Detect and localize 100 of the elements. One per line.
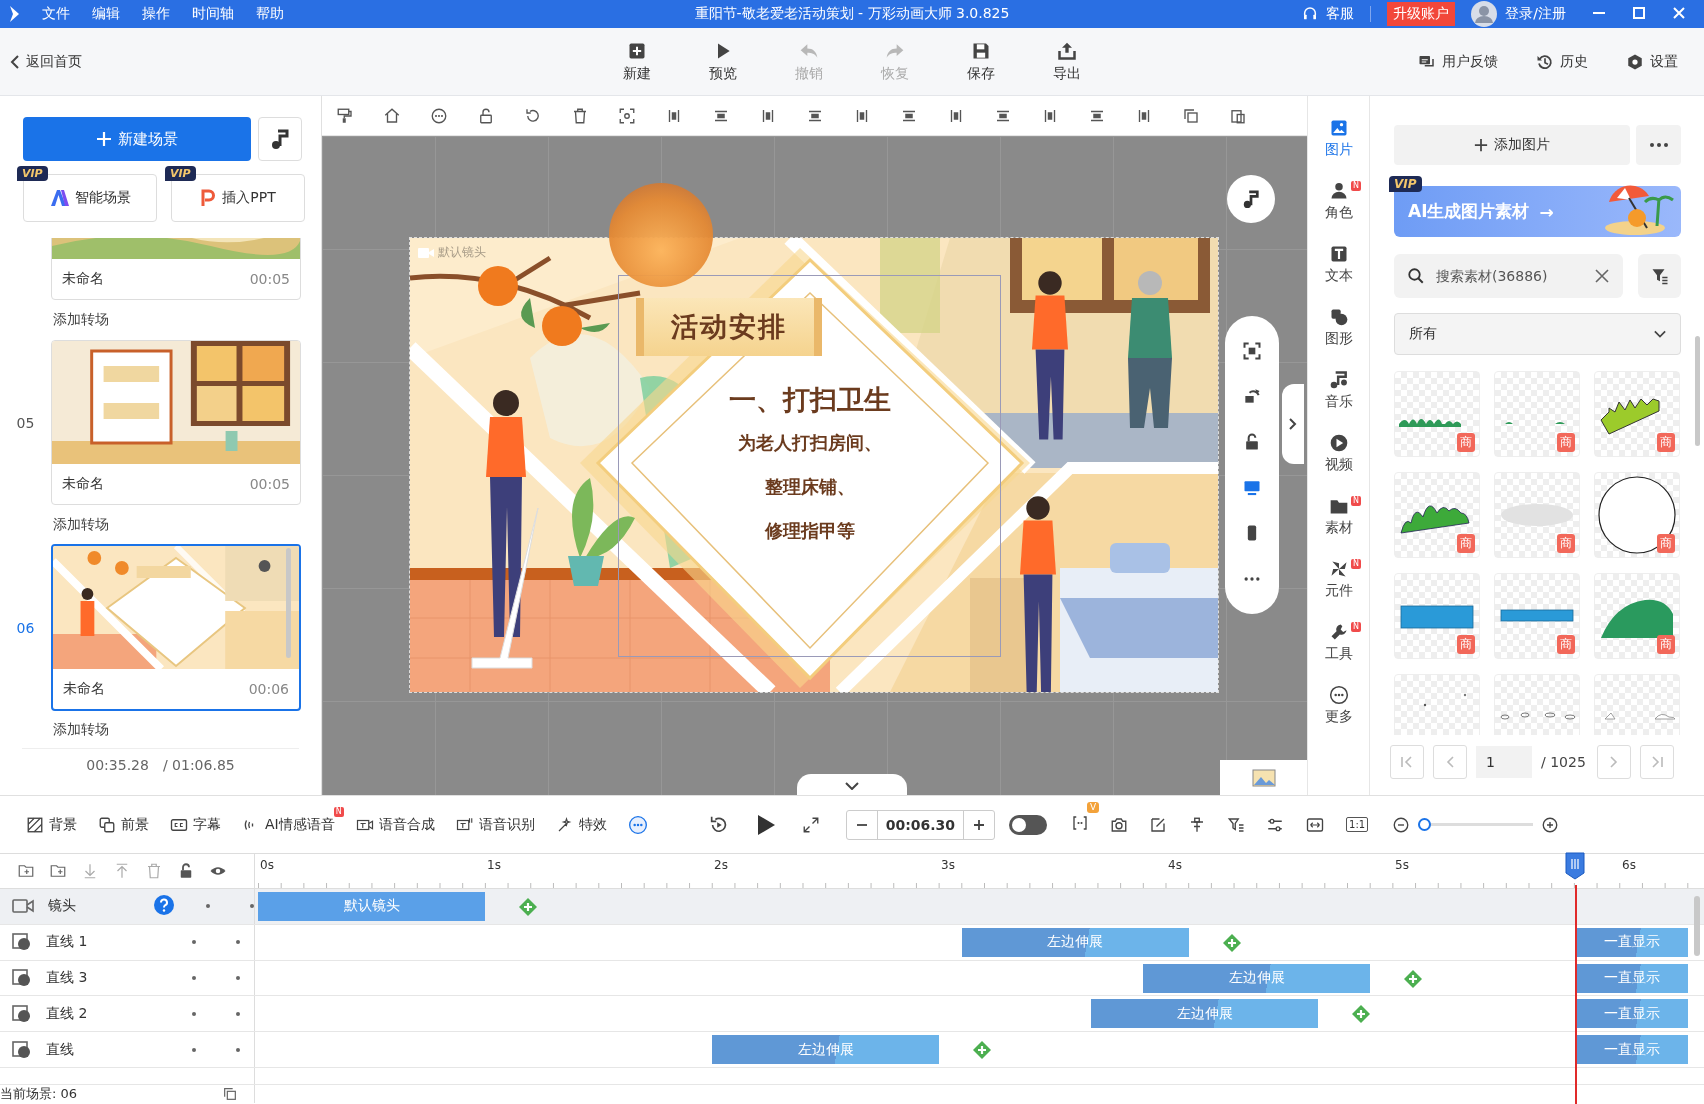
home-icon[interactable]	[383, 106, 401, 125]
support-link[interactable]: 客服	[1326, 5, 1355, 23]
scene-card[interactable]: 未命名 00:05	[51, 238, 301, 300]
preview-button[interactable]: 预览	[680, 36, 766, 87]
lock-dot[interactable]	[250, 904, 254, 909]
track-name[interactable]: 镜头	[48, 897, 144, 916]
settings-button[interactable]: 设置	[1620, 51, 1684, 72]
menu-item[interactable]: 帮助	[256, 5, 284, 23]
category-dropdown[interactable]: 所有	[1394, 313, 1681, 355]
menu-item[interactable]: 操作	[142, 5, 170, 23]
focus-icon[interactable]	[618, 106, 636, 125]
asset-tile[interactable]	[1594, 674, 1680, 735]
lock-dot[interactable]	[236, 1047, 240, 1052]
music-button[interactable]	[1227, 175, 1275, 223]
new-button[interactable]: 新建	[594, 36, 680, 87]
filter-button[interactable]	[1638, 254, 1681, 298]
expand-arrows-icon[interactable]	[801, 815, 820, 834]
sidebar-tab[interactable]: 音乐	[1308, 370, 1369, 433]
format-brush-icon[interactable]	[336, 106, 354, 125]
add-keyframe-icon[interactable]	[972, 1040, 992, 1061]
focus-icon[interactable]	[1242, 340, 1262, 361]
background-button[interactable]: 背景	[26, 815, 77, 834]
unlock-icon[interactable]	[477, 106, 495, 125]
track-name[interactable]: 直线 3	[46, 969, 142, 988]
add-transition-link[interactable]: 添加转场	[53, 721, 109, 739]
asset-tile[interactable]	[1494, 674, 1580, 735]
foreground-button[interactable]: 前景	[98, 815, 149, 834]
delete-icon[interactable]	[571, 106, 589, 125]
asset-tile[interactable]	[1394, 674, 1480, 735]
export-button[interactable]: 导出	[1024, 36, 1110, 87]
add-image-button[interactable]: 添加图片	[1394, 125, 1630, 165]
visibility-dot[interactable]	[192, 976, 196, 981]
filter-lines-icon[interactable]	[1227, 815, 1246, 834]
effects-button[interactable]: 特效	[555, 815, 607, 834]
visibility-dot[interactable]	[192, 1011, 196, 1016]
add-transition-link[interactable]: 添加转场	[53, 311, 109, 329]
toggle-switch[interactable]	[1009, 814, 1048, 835]
asr-button[interactable]: 语音识别	[455, 815, 535, 834]
tts-button[interactable]: 语音合成	[355, 815, 435, 834]
sidebar-tab[interactable]: 角色 N	[1308, 181, 1369, 244]
feedback-button[interactable]: 用户反馈	[1412, 51, 1504, 72]
bracket-dots-icon[interactable]	[1071, 814, 1090, 832]
music-button[interactable]	[258, 117, 302, 161]
collapse-tab[interactable]	[1282, 384, 1304, 464]
visibility-dot[interactable]	[192, 1047, 196, 1052]
zoom-out-icon[interactable]	[1392, 815, 1411, 834]
picture-icon[interactable]	[1251, 769, 1276, 787]
sidebar-tab[interactable]: 更多	[1308, 685, 1369, 748]
subtitle-button[interactable]: 字幕	[170, 815, 221, 834]
save-button[interactable]: 保存	[938, 36, 1024, 87]
actual-size-button[interactable]: 1:1	[1346, 817, 1369, 832]
time-stepper[interactable]: 00:06.30	[845, 809, 996, 840]
login-link[interactable]: 登录/注册	[1505, 5, 1566, 23]
slider-thumb[interactable]	[1417, 818, 1431, 831]
sidebar-tab[interactable]: 素材 N	[1308, 496, 1369, 559]
more-circle-icon[interactable]	[627, 814, 648, 835]
maximize-icon[interactable]	[1632, 5, 1646, 20]
sidebar-tab[interactable]: 图形	[1308, 307, 1369, 370]
add-transition-link[interactable]: 添加转场	[53, 516, 109, 534]
dots-circle-icon[interactable]	[430, 106, 448, 125]
visibility-dot[interactable]	[206, 904, 210, 909]
visibility-dot[interactable]	[192, 940, 196, 945]
clear-icon[interactable]	[1595, 269, 1609, 283]
fit-width-icon[interactable]	[1305, 815, 1326, 834]
edit-icon[interactable]	[1149, 815, 1168, 834]
search-field[interactable]: 搜索素材(36886)	[1394, 254, 1623, 298]
expand-tab[interactable]	[797, 774, 907, 795]
zoom-in-icon[interactable]	[1541, 815, 1560, 834]
lock-dot[interactable]	[236, 976, 240, 981]
play-icon[interactable]	[755, 813, 776, 836]
new-scene-button[interactable]: 新建场景	[23, 117, 251, 161]
add-keyframe-icon[interactable]	[518, 896, 538, 917]
copy-icon[interactable]	[222, 1086, 238, 1103]
close-icon[interactable]	[1672, 5, 1686, 20]
sidebar-tab[interactable]: 文本	[1308, 244, 1369, 307]
add-keyframe-icon[interactable]	[1351, 1004, 1372, 1025]
track-name[interactable]: 直线	[46, 1040, 142, 1059]
track-name[interactable]: 直线 1	[46, 933, 142, 952]
upgrade-button[interactable]: 升级账户	[1387, 2, 1456, 26]
lock-dot[interactable]	[236, 940, 240, 945]
history-button[interactable]: 历史	[1530, 51, 1594, 72]
sidebar-tab[interactable]: 图片	[1308, 118, 1369, 181]
copy-icon[interactable]	[1182, 106, 1200, 125]
sidebar-tab[interactable]: 工具 N	[1308, 622, 1369, 685]
help-icon[interactable]	[154, 894, 174, 915]
sidebar-tab[interactable]: 视频	[1308, 433, 1369, 496]
add-keyframe-icon[interactable]	[1403, 968, 1424, 989]
track-name[interactable]: 直线 2	[46, 1004, 142, 1023]
scene-card[interactable]: 未命名 00:06	[51, 544, 301, 711]
playhead-handle[interactable]	[1564, 852, 1585, 880]
menu-item[interactable]: 编辑	[92, 5, 120, 23]
scene-card[interactable]: 未命名 00:05	[51, 340, 301, 505]
sidebar-tab[interactable]: 元件 N	[1308, 559, 1369, 622]
menu-item[interactable]: 时间轴	[192, 5, 234, 23]
page-input[interactable]: 1	[1476, 746, 1532, 778]
ai-voice-button[interactable]: AI情感语音 N	[242, 806, 344, 834]
rotate-icon[interactable]	[524, 106, 542, 125]
add-keyframe-icon[interactable]	[1221, 932, 1242, 953]
back-link[interactable]: 返回首页	[0, 51, 88, 72]
lock-dot[interactable]	[236, 1011, 240, 1016]
